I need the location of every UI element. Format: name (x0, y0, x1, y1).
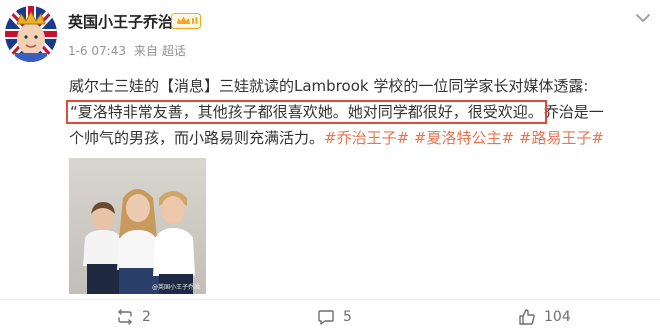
repost-icon (118, 309, 132, 325)
content-line: 威尔士三娃的【消息】三娃就读的Lambrook 学校的一位同学家长对媒体透露: (69, 73, 647, 99)
chevron-down-icon[interactable] (634, 10, 652, 24)
post-source-prefix: 来自 (133, 44, 158, 58)
post-source[interactable]: 超话 (162, 44, 186, 58)
avatar[interactable] (5, 6, 57, 62)
content-line-2-rest: 乔治是一 (543, 103, 604, 121)
post-content: 威尔士三娃的【消息】三娃就读的Lambrook 学校的一位同学家长对媒体透露: … (66, 73, 647, 151)
hashtag-george[interactable]: #乔治王子# (324, 129, 409, 147)
hashtag-louis[interactable]: #路易王子# (519, 129, 604, 147)
post-photo[interactable]: @英国小王子乔治 (69, 158, 206, 294)
content-line-1: 威尔士三娃的【消息】三娃就读的Lambrook 学校的一位同学家长对媒体透露: (69, 77, 589, 95)
comment-icon (318, 310, 334, 325)
photo-watermark: @英国小王子乔治 (151, 284, 200, 291)
action-bar-divider (0, 299, 660, 300)
content-line: “夏洛特非常友善，其他孩子都很喜欢她。她对同学都很好，很受欢迎。乔治是一 (66, 99, 647, 125)
comment-count: 5 (343, 309, 352, 325)
post-meta: 1-6 07:43 来自 超话 (68, 42, 190, 59)
crown-badge-icon[interactable] (171, 13, 201, 29)
like-button[interactable]: 104 (518, 305, 571, 329)
like-count: 104 (544, 309, 571, 325)
author-name[interactable]: 英国小王子乔治 (68, 11, 173, 32)
repost-button[interactable]: 2 (116, 305, 151, 329)
avatar-image (5, 6, 57, 62)
repost-count: 2 (142, 309, 151, 325)
post-date[interactable]: 1-6 07:43 (68, 44, 126, 58)
content-line: 个帅气的男孩，而小路易则充满活力。#乔治王子# #夏洛特公主# #路易王子# (69, 125, 647, 151)
content-line-3: 个帅气的男孩，而小路易则充满活力。 (69, 129, 325, 147)
thumbs-up-icon (519, 309, 535, 325)
photo-image (69, 158, 206, 294)
hashtag-charlotte[interactable]: #夏洛特公主# (414, 129, 514, 147)
comment-button[interactable]: 5 (317, 305, 352, 329)
highlighted-quote: “夏洛特非常友善，其他孩子都很喜欢她。她对同学都很好，很受欢迎。 (66, 100, 547, 124)
